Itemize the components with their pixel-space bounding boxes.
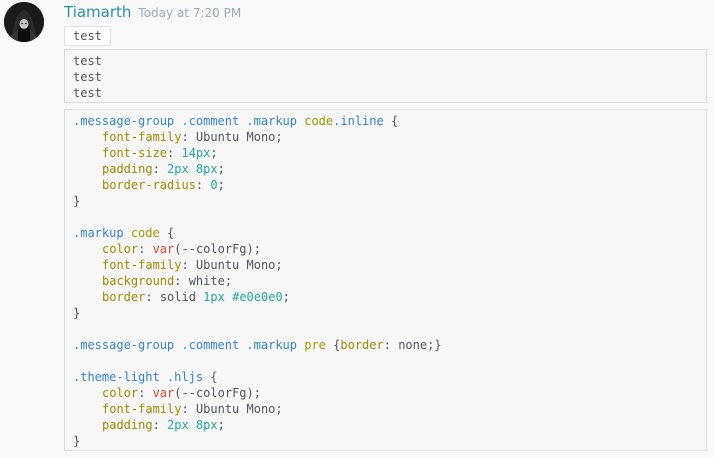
property-token: border (340, 338, 384, 352)
property-token: border (102, 290, 146, 304)
property-token: border-radius (102, 178, 196, 192)
selector-token: .markup (246, 114, 297, 128)
number-token: 14px (181, 146, 211, 160)
plain-code-block: test test test (64, 49, 707, 103)
code-line: } (73, 306, 81, 320)
username[interactable]: Tiamarth (64, 3, 131, 21)
brace-token: { (383, 114, 399, 128)
brace-token: { (159, 226, 175, 240)
selector-token: .comment (181, 114, 240, 128)
selector-token: .message-group (73, 338, 175, 352)
number-token: 0 (210, 178, 218, 192)
property-token: color (102, 242, 139, 256)
value-token: Ubuntu Mono (195, 402, 276, 416)
code-line: border: solid 1px #e0e0e0; (102, 290, 290, 304)
code-line: padding: 2px 8px; (102, 162, 225, 176)
property-token: font-family (102, 258, 182, 272)
code-line: font-family: Ubuntu Mono; (102, 130, 283, 144)
selector-token: .comment (181, 338, 240, 352)
property-token: padding (102, 418, 153, 432)
value-token: white (188, 274, 225, 288)
inline-code: test (64, 26, 111, 46)
message-group: Tiamarth Today at 7:20 PM test test test t… (0, 0, 715, 458)
tag-token: pre (304, 338, 326, 352)
brace-token: { (325, 338, 341, 352)
message-header: Tiamarth Today at 7:20 PM (64, 3, 241, 23)
function-token: var (152, 386, 175, 400)
selector-token: .markup (73, 226, 124, 240)
property-token: color (102, 386, 139, 400)
property-token: font-family (102, 402, 182, 416)
hex-color-token: #e0e0e0 (232, 290, 283, 304)
selector-token: .theme-light (73, 370, 160, 384)
avatar[interactable] (4, 2, 44, 42)
code-line: color: var(--colorFg); (102, 386, 261, 400)
property-token: background (102, 274, 175, 288)
code-line: font-family: Ubuntu Mono; (102, 402, 283, 416)
value-token: solid (159, 290, 204, 304)
property-token: font-size (102, 146, 168, 160)
code-line: } (73, 434, 81, 448)
brace-token: { (203, 370, 218, 384)
brace-token: ;} (427, 338, 442, 352)
code-line: .markup code { (73, 225, 698, 241)
code-line: test (73, 86, 102, 100)
property-token: padding (102, 162, 153, 176)
code-line: .message-group .comment .markup code.inl… (73, 113, 698, 129)
selector-token: .message-group (73, 114, 175, 128)
code-line: padding: 2px 8px; (102, 418, 225, 432)
code-line: font-family: Ubuntu Mono; (102, 258, 283, 272)
value-token: none (398, 338, 428, 352)
code-line: test (73, 70, 102, 84)
css-code-block: .message-group .comment .markup code.inl… (64, 109, 707, 451)
number-token: 2px 8px (167, 162, 218, 176)
code-line: color: var(--colorFg); (102, 242, 261, 256)
hooded-figure-avatar-icon (4, 2, 44, 42)
code-line: .theme-light .hljs { (73, 369, 698, 385)
code-line: background: white; (102, 274, 233, 288)
tag-token: code (130, 226, 160, 240)
code-line: .message-group .comment .markup pre {bor… (73, 338, 442, 352)
number-token: 1px (203, 290, 225, 304)
timestamp: Today at 7:20 PM (138, 6, 242, 20)
selector-token: .inline (333, 114, 384, 128)
selector-token: .markup (246, 338, 297, 352)
value-token: (--colorFg) (174, 242, 254, 256)
tag-token: code (304, 114, 334, 128)
property-token: font-family (102, 130, 182, 144)
code-line: font-size: 14px; (102, 146, 218, 160)
value-token: Ubuntu Mono (195, 258, 276, 272)
code-line: } (73, 194, 81, 208)
selector-token: .hljs (166, 370, 204, 384)
code-line: test (73, 54, 102, 68)
function-token: var (152, 242, 175, 256)
number-token: 2px 8px (167, 418, 218, 432)
code-line: border-radius: 0; (102, 178, 225, 192)
value-token: (--colorFg) (174, 386, 254, 400)
value-token: Ubuntu Mono (195, 130, 276, 144)
